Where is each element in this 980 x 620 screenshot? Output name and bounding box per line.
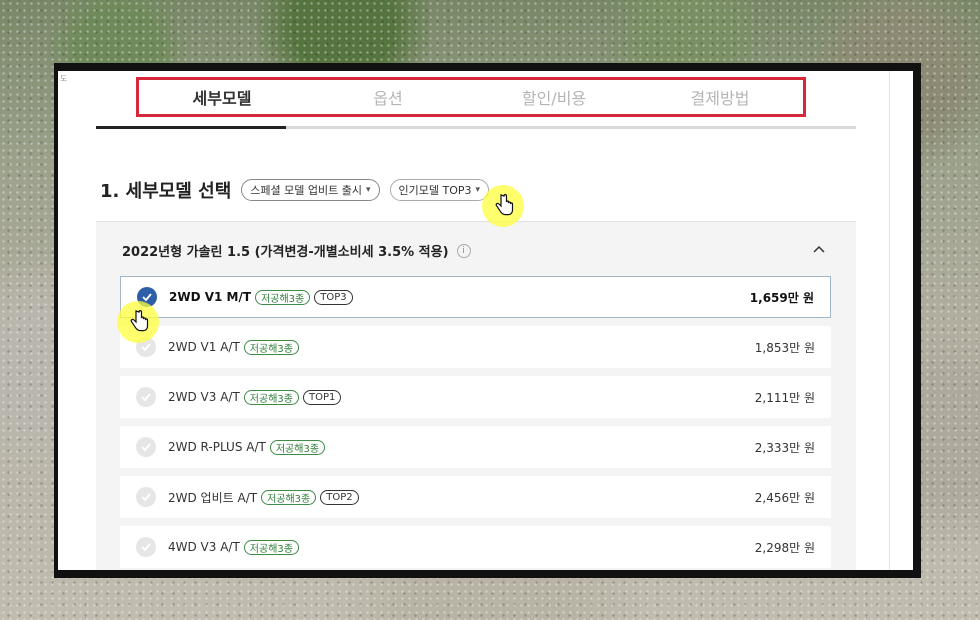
model-row[interactable]: 2WD V1 M/T 저공해3종 TOP3 1,659만 원 <box>120 276 831 318</box>
eco-badge: 저공해3종 <box>243 539 299 555</box>
eco-badge: 저공해3종 <box>269 439 326 455</box>
model-price: 2,298만 원 <box>754 540 815 555</box>
popular-model-dropdown[interactable]: 인기모델 TOP3 ▾ <box>389 179 490 201</box>
eco-badge: 저공해3종 <box>243 339 299 355</box>
model-list: 2WD V1 M/T 저공해3종 TOP3 1,659만 원 2WD V1 A/T 저공해… <box>120 276 831 570</box>
eco-badge: 저공해3종 <box>243 389 299 405</box>
special-model-dropdown[interactable]: 스페셜 모델 업비트 출시 ▾ <box>241 179 380 201</box>
chevron-down-icon: ▾ <box>475 185 481 195</box>
eco-badge: 저공해3종 <box>261 489 317 505</box>
screenshot-window: 도 세부모델 옵션 할인/비용 결제방법 1. 세부모델 선택 스페셜 모델 업… <box>54 63 921 578</box>
step-tabs: 세부모델 옵션 할인/비용 결제방법 <box>96 71 856 129</box>
panel-title: 2022년형 가솔린 1.5 (가격변경-개별소비세 3.5% 적용) <box>122 245 449 260</box>
rank-badge: TOP1 <box>302 389 342 405</box>
section-header: 1. 세부모델 선택 스페셜 모델 업비트 출시 ▾ 인기모델 TOP3 ▾ <box>100 177 490 203</box>
tab-model[interactable]: 세부모델 <box>139 80 305 114</box>
tab-discount-cost[interactable]: 할인/비용 <box>471 80 637 114</box>
model-row[interactable]: 4WD V3 A/T 저공해3종 2,298만 원 <box>120 526 831 568</box>
model-price: 2,333만 원 <box>754 440 815 455</box>
active-tab-indicator <box>96 126 286 129</box>
model-name: 4WD V3 A/T <box>168 540 240 554</box>
model-name: 2WD R-PLUS A/T <box>168 440 266 454</box>
model-row[interactable]: 2WD 업비트 A/T 저공해3종 TOP2 2,456만 원 <box>120 476 831 518</box>
model-name: 2WD V1 A/T <box>168 340 240 354</box>
check-circle-icon[interactable] <box>136 437 156 457</box>
tab-underline <box>96 126 856 129</box>
rank-badge: TOP2 <box>320 489 359 505</box>
info-icon[interactable]: i <box>456 243 471 258</box>
scroll-strip[interactable] <box>889 71 913 570</box>
hand-pointer-icon <box>130 310 149 332</box>
model-price: 2,111만 원 <box>754 390 815 405</box>
model-row[interactable]: 2WD V1 A/T 저공해3종 1,853만 원 <box>120 326 831 368</box>
model-row[interactable]: 2WD V3 A/T 저공해3종 TOP1 2,111만 원 <box>120 376 831 418</box>
corner-label: 도 <box>60 74 68 83</box>
section-title: 1. 세부모델 선택 <box>100 181 232 202</box>
check-circle-icon[interactable] <box>136 487 156 507</box>
check-circle-icon[interactable] <box>136 537 156 557</box>
model-name: 2WD V3 A/T <box>168 390 240 404</box>
cursor-highlight <box>117 301 159 343</box>
model-price: 1,853만 원 <box>754 340 815 355</box>
popular-model-label: 인기모델 TOP3 <box>398 184 472 197</box>
model-panel: 2022년형 가솔린 1.5 (가격변경-개별소비세 3.5% 적용) i 2W… <box>96 221 856 570</box>
page-screen: 도 세부모델 옵션 할인/비용 결제방법 1. 세부모델 선택 스페셜 모델 업… <box>58 71 913 570</box>
chevron-up-icon[interactable] <box>812 242 826 256</box>
rank-badge: TOP3 <box>314 289 353 305</box>
tab-options[interactable]: 옵션 <box>305 80 471 114</box>
check-circle-icon[interactable] <box>136 387 156 407</box>
tabs-highlight-box: 세부모델 옵션 할인/비용 결제방법 <box>136 77 806 117</box>
model-name: 2WD V1 M/T <box>169 290 252 304</box>
panel-header[interactable]: 2022년형 가솔린 1.5 (가격변경-개별소비세 3.5% 적용) i <box>122 241 471 260</box>
eco-badge: 저공해3종 <box>255 289 311 305</box>
hand-pointer-icon <box>495 194 514 216</box>
chevron-down-icon: ▾ <box>365 185 371 195</box>
special-model-label: 스페셜 모델 업비트 출시 <box>250 184 362 197</box>
model-price: 2,456만 원 <box>754 490 815 505</box>
cursor-highlight <box>482 185 524 227</box>
model-row[interactable]: 2WD R-PLUS A/T 저공해3종 2,333만 원 <box>120 426 831 468</box>
model-price: 1,659만 원 <box>749 290 814 305</box>
tab-payment[interactable]: 결제방법 <box>637 80 803 114</box>
model-name: 2WD 업비트 A/T <box>168 490 258 505</box>
